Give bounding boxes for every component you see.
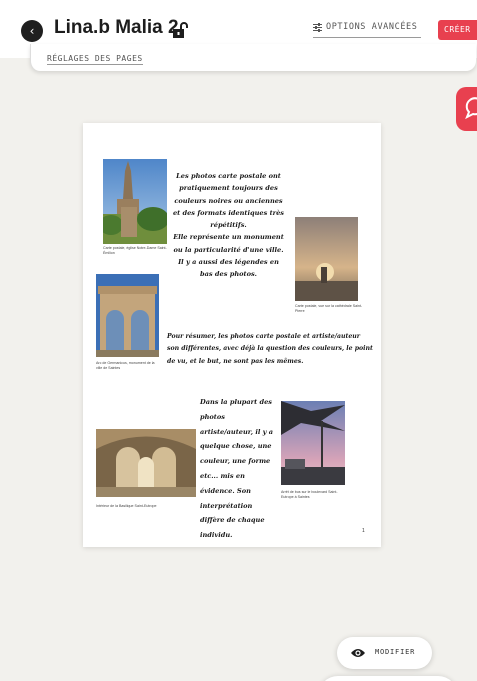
- paragraph-artist: Dans la plupart des photos artiste/auteu…: [200, 398, 274, 540]
- photo-sunset-city: [295, 217, 358, 301]
- paragraph-line: Il y a aussi des légendes en bas des pho…: [178, 258, 279, 279]
- photo-caption: Carte postale, vue sur la cathédrale Sai…: [295, 304, 363, 313]
- advanced-options-label: OPTIONS AVANCÉES: [326, 22, 418, 32]
- photo-caption: Arc de Germanicus, monument de la ville …: [96, 361, 155, 370]
- eye-icon: [351, 649, 365, 657]
- modify-button[interactable]: MODIFIER: [337, 637, 432, 669]
- document-page: Carte postale, église Notre-Dame Saint-É…: [83, 123, 381, 547]
- page-number: 1: [362, 528, 365, 534]
- page-settings-panel: RÉGLAGES DES PAGES: [30, 44, 476, 71]
- unlock-icon[interactable]: [171, 21, 189, 39]
- photo-basilica-interior: [96, 429, 196, 497]
- paragraph-summary: Pour résumer, les photos carte postale e…: [167, 333, 373, 365]
- chevron-left-icon[interactable]: ‹: [21, 20, 43, 42]
- photo-bus-stop: [281, 401, 345, 485]
- advanced-options-button[interactable]: OPTIONS AVANCÉES: [313, 22, 421, 38]
- page-settings-link[interactable]: RÉGLAGES DES PAGES: [47, 54, 143, 65]
- sliders-icon: [313, 22, 322, 32]
- create-button[interactable]: CRÉER: [438, 20, 477, 40]
- paragraph-line: Elle représente un monument ou la partic…: [173, 233, 284, 254]
- photo-caption: Intérieur de la Basilique Saint-Eutrope: [96, 504, 157, 508]
- speech-bubble-icon: [465, 97, 477, 120]
- photo-caption: Carte postale, église Notre-Dame Saint-É…: [103, 246, 167, 255]
- page-title: Lina.b Malia 2: [54, 17, 179, 38]
- chat-button[interactable]: [456, 87, 477, 131]
- bottom-sheet-edge: [318, 676, 458, 681]
- paragraph-line: Les photos carte postale ont pratiquemen…: [172, 172, 285, 230]
- photo-caption: Arrêt de bus sur le boulevard Saint-Eutr…: [281, 490, 338, 499]
- photo-roman-arch: [96, 274, 159, 357]
- paragraph-intro: Les photos carte postale ont pratiquemen…: [171, 170, 286, 281]
- photo-church-tower: [103, 159, 167, 244]
- modify-label: MODIFIER: [375, 648, 416, 656]
